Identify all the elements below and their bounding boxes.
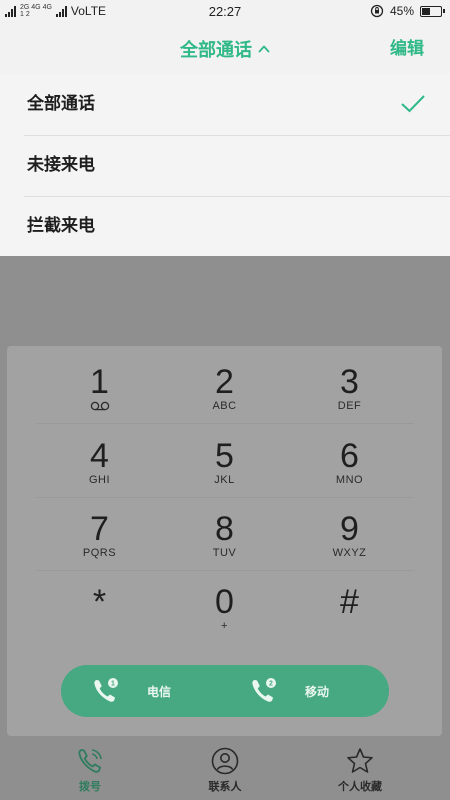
nav-item-favorites[interactable]: 个人收藏 — [295, 741, 425, 800]
key-6[interactable]: 6 MNO — [287, 426, 412, 498]
key-digit: 6 — [340, 436, 359, 475]
checkmark-icon — [401, 95, 425, 113]
key-3[interactable]: 3 DEF — [287, 352, 412, 424]
filter-item-label: 全部通话 — [27, 94, 95, 114]
call-filter-dropdown[interactable]: 全部通话 — [0, 24, 450, 74]
keypad-row: * 0 + # — [7, 572, 442, 644]
key-letters: ABC — [212, 399, 237, 412]
nav-label: 拨号 — [79, 780, 101, 793]
phone-sim2-icon: 2 — [252, 678, 276, 702]
key-digit: # — [340, 582, 359, 621]
key-digit: * — [92, 582, 107, 621]
key-0[interactable]: 0 + — [162, 572, 287, 644]
key-8[interactable]: 8 TUV — [162, 499, 287, 571]
divider — [35, 497, 414, 498]
key-digit: 3 — [340, 362, 359, 401]
call-button: 1 电信 2 移动 — [61, 665, 389, 717]
call-sim2-button[interactable]: 2 移动 — [225, 665, 389, 717]
key-letters: MNO — [335, 473, 364, 486]
star-icon — [347, 748, 373, 773]
nav-label: 联系人 — [208, 780, 242, 793]
divider — [35, 423, 414, 424]
key-4[interactable]: 4 GHI — [37, 426, 162, 498]
key-letters: TUV — [212, 546, 237, 559]
key-9[interactable]: 9 WXYZ — [287, 499, 412, 571]
filter-item-label: 拦截来电 — [27, 216, 95, 236]
key-star[interactable]: * — [37, 572, 162, 644]
key-letters: + — [221, 619, 228, 632]
voicemail-icon — [90, 401, 109, 411]
battery-percent: 45% — [389, 4, 414, 18]
key-2[interactable]: 2 ABC — [162, 352, 287, 424]
key-digit: 4 — [90, 436, 109, 475]
nav-item-contacts[interactable]: 联系人 — [160, 741, 290, 800]
edit-button[interactable]: 编辑 — [390, 24, 424, 74]
key-5[interactable]: 5 JKL — [162, 426, 287, 498]
nav-item-dial[interactable]: 拨号 — [25, 741, 155, 800]
sim1-label: 电信 — [147, 684, 172, 699]
battery-icon — [420, 5, 445, 17]
status-bar-right: 45% — [370, 4, 445, 18]
key-7[interactable]: 7 PQRS — [37, 499, 162, 571]
rotation-lock-icon — [370, 4, 384, 18]
filter-item-missed-calls[interactable]: 未接来电 — [0, 135, 450, 196]
call-sim1-button[interactable]: 1 电信 — [61, 665, 225, 717]
filter-menu: 全部通话 未接来电 拦截来电 — [0, 74, 450, 256]
key-1[interactable]: 1 — [37, 352, 162, 424]
key-letters: GHI — [88, 473, 111, 486]
nav-label: 个人收藏 — [338, 780, 382, 793]
key-letters: WXYZ — [332, 546, 367, 559]
key-letters: JKL — [214, 473, 235, 486]
bottom-nav: 拨号 联系人 个人收藏 — [0, 741, 450, 800]
filter-item-blocked-calls[interactable]: 拦截来电 — [0, 196, 450, 257]
key-hash[interactable]: # — [287, 572, 412, 644]
phone-icon — [78, 749, 102, 773]
key-letters: PQRS — [82, 546, 117, 559]
key-digit: 1 — [90, 363, 109, 401]
status-bar: 2G 4G 4G 1 2 VoLTE 22:27 45% — [0, 0, 450, 24]
sim1-number: 1 — [111, 681, 115, 688]
keypad-row: 1 2 ABC 3 DEF — [7, 352, 442, 424]
sim2-number: 2 — [269, 681, 273, 688]
keypad-row: 7 PQRS 8 TUV 9 WXYZ — [7, 499, 442, 571]
divider — [35, 570, 414, 571]
phone-sim1-icon: 1 — [94, 678, 118, 702]
sim2-label: 移动 — [305, 684, 330, 699]
chevron-up-icon — [258, 45, 270, 53]
header: 全部通话 编辑 — [0, 24, 450, 74]
key-digit: 2 — [215, 362, 234, 401]
key-digit: 7 — [90, 509, 109, 548]
key-digit: 8 — [215, 509, 234, 548]
key-letters: DEF — [337, 399, 362, 412]
filter-item-all-calls[interactable]: 全部通话 — [0, 74, 450, 135]
key-digit: 9 — [340, 509, 359, 548]
keypad-row: 4 GHI 5 JKL 6 MNO — [7, 426, 442, 498]
contact-icon — [211, 747, 239, 775]
key-digit: 5 — [215, 436, 234, 475]
filter-item-label: 未接来电 — [27, 155, 95, 175]
header-title: 全部通话 — [180, 40, 252, 61]
key-digit: 0 — [215, 582, 234, 621]
